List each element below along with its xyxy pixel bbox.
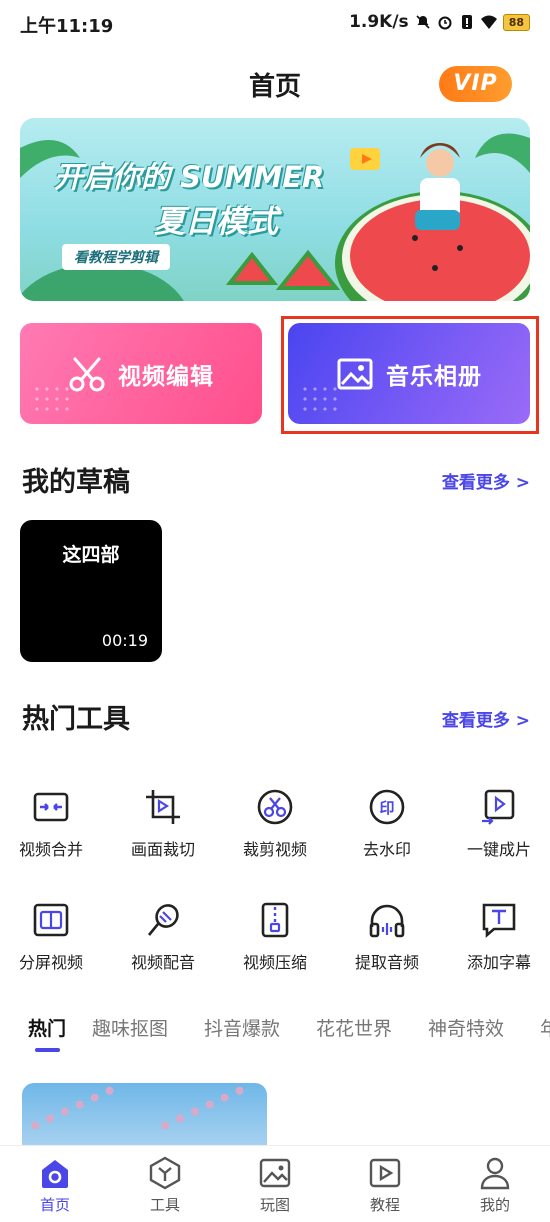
one-click-icon	[482, 789, 515, 825]
selection-highlight	[281, 316, 539, 434]
split-screen-icon	[33, 903, 69, 937]
card-decoration	[29, 1085, 125, 1145]
tool-video-dubbing[interactable]: 视频配音	[108, 901, 218, 973]
draft-item[interactable]: 这四部 00:19	[20, 520, 162, 662]
drafts-more-link[interactable]: 查看更多 >	[442, 468, 530, 493]
crop-icon	[146, 790, 180, 824]
nav-label: 教程	[369, 1196, 400, 1214]
home-icon	[42, 1160, 68, 1188]
tool-label: 添加字幕	[466, 953, 531, 972]
headphones-icon	[369, 904, 405, 938]
toolbox-icon	[149, 1156, 181, 1190]
tool-label: 裁剪视频	[242, 840, 307, 859]
cut-video-icon	[257, 789, 293, 825]
status-icons: 1.9K/s 88	[349, 12, 530, 32]
alarm-icon	[438, 16, 452, 30]
tool-label: 一键成片	[466, 840, 531, 859]
drafts-heading: 我的草稿	[22, 467, 130, 498]
draft-duration: 00:19	[101, 631, 148, 650]
nav-tutorial[interactable]: 教程	[350, 1156, 420, 1215]
tool-label: 分屏视频	[18, 953, 83, 972]
svg-text:印: 印	[379, 799, 394, 817]
nav-profile[interactable]: 我的	[460, 1156, 530, 1215]
tab-flower-world[interactable]: 花花世界	[316, 1014, 392, 1041]
nav-label: 我的	[479, 1196, 510, 1214]
tab-douyin-hits[interactable]: 抖音爆款	[204, 1014, 280, 1041]
banner-headline-1: 开启你的 SUMMER	[54, 160, 325, 194]
tool-video-compress[interactable]: 视频压缩	[220, 901, 330, 973]
active-tab-indicator	[35, 1048, 60, 1052]
banner-tag: 看教程学剪辑	[62, 244, 170, 270]
tool-label: 提取音频	[354, 953, 419, 972]
bottom-navigation: 首页 工具 玩图 教程 我的	[0, 1145, 550, 1222]
tab-hot[interactable]: 热门	[28, 1014, 66, 1041]
tool-split-screen[interactable]: 分屏视频	[0, 901, 106, 973]
alert-icon	[461, 15, 472, 29]
tool-label: 去水印	[362, 840, 411, 859]
tool-label: 视频合并	[18, 840, 83, 859]
network-speed: 1.9K/s	[349, 12, 409, 32]
tab-fun-cutout[interactable]: 趣味抠图	[92, 1014, 168, 1041]
play-tutorial-icon	[369, 1158, 401, 1188]
tool-add-subtitle[interactable]: 添加字幕	[444, 901, 550, 973]
banner-headline-2: 夏日模式	[154, 204, 278, 240]
card-decoration	[159, 1085, 255, 1145]
tool-crop[interactable]: 画面裁切	[108, 788, 218, 860]
battery-indicator: 88	[502, 13, 530, 31]
nav-label: 玩图	[259, 1196, 290, 1214]
tool-label: 视频压缩	[242, 953, 307, 972]
compress-icon	[261, 902, 289, 938]
tool-label: 视频配音	[130, 953, 195, 972]
nav-tools[interactable]: 工具	[130, 1156, 200, 1215]
nav-label: 首页	[39, 1196, 70, 1214]
card-dots-decoration	[32, 384, 72, 414]
merge-icon	[33, 792, 69, 822]
category-tabs: 热门 趣味抠图 抖音爆款 花花世界 神奇特效 年	[0, 1010, 550, 1054]
tool-video-merge[interactable]: 视频合并	[0, 788, 106, 860]
nav-play-picture[interactable]: 玩图	[240, 1156, 310, 1215]
tab-more[interactable]: 年	[540, 1014, 550, 1041]
tool-remove-watermark[interactable]: 印 去水印	[332, 788, 442, 860]
draft-title: 这四部	[62, 544, 120, 566]
tool-label: 画面裁切	[130, 840, 195, 859]
summer-banner[interactable]: 开启你的 SUMMER 夏日模式 看教程学剪辑	[20, 118, 530, 301]
template-card[interactable]	[22, 1083, 267, 1145]
tools-heading: 热门工具	[22, 704, 130, 735]
nav-label: 工具	[149, 1196, 180, 1214]
subtitle-icon	[482, 903, 516, 938]
status-bar: 上午11:19 1.9K/s 88	[0, 0, 550, 50]
tool-extract-audio[interactable]: 提取音频	[332, 901, 442, 973]
scissors-icon	[69, 357, 105, 391]
nav-home[interactable]: 首页	[20, 1156, 90, 1215]
wifi-icon	[480, 15, 497, 29]
tool-one-click[interactable]: 一键成片	[444, 788, 550, 860]
mute-bell-icon	[416, 15, 430, 29]
watermark-icon: 印	[369, 789, 405, 825]
video-edit-label: 视频编辑	[118, 363, 214, 390]
microphone-icon	[147, 904, 179, 936]
tools-more-link[interactable]: 查看更多 >	[442, 706, 530, 731]
app-header: 首页 VIP	[0, 50, 550, 116]
profile-icon	[480, 1157, 510, 1190]
video-edit-button[interactable]: 视频编辑	[20, 323, 262, 424]
vip-button[interactable]: VIP	[439, 66, 512, 102]
tab-magic-effects[interactable]: 神奇特效	[428, 1014, 504, 1041]
tool-cut-video[interactable]: 裁剪视频	[220, 788, 330, 860]
status-time: 上午11:19	[20, 16, 114, 37]
picture-icon	[259, 1158, 291, 1188]
